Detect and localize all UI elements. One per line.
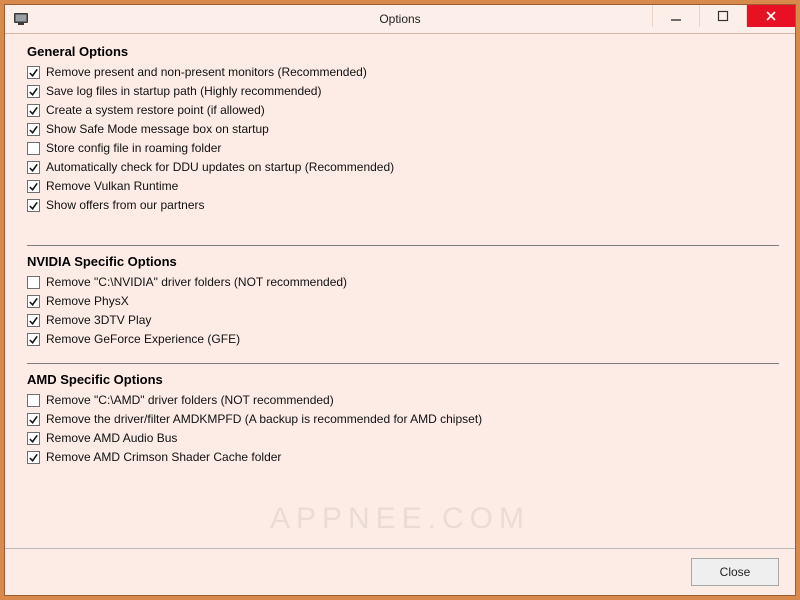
titlebar: Options — [5, 5, 795, 34]
option-row: Automatically check for DDU updates on s… — [27, 158, 779, 177]
option-row: Remove AMD Audio Bus — [27, 429, 779, 448]
option-row: Store config file in roaming folder — [27, 139, 779, 158]
amd-heading: AMD Specific Options — [27, 372, 779, 387]
checkbox[interactable] — [27, 66, 40, 79]
minimize-button[interactable] — [652, 5, 699, 27]
checkbox[interactable] — [27, 314, 40, 327]
checkbox[interactable] — [27, 432, 40, 445]
option-label: Remove "C:\NVIDIA" driver folders (NOT r… — [46, 273, 347, 292]
nvidia-options-list: Remove "C:\NVIDIA" driver folders (NOT r… — [27, 273, 779, 349]
option-row: Remove "C:\NVIDIA" driver folders (NOT r… — [27, 273, 779, 292]
checkbox[interactable] — [27, 161, 40, 174]
general-heading: General Options — [27, 44, 779, 59]
option-label: Automatically check for DDU updates on s… — [46, 158, 394, 177]
option-label: Remove 3DTV Play — [46, 311, 151, 330]
amd-options-list: Remove "C:\AMD" driver folders (NOT reco… — [27, 391, 779, 467]
option-row: Show offers from our partners — [27, 196, 779, 215]
checkbox[interactable] — [27, 451, 40, 464]
maximize-button[interactable] — [699, 5, 746, 27]
option-row: Save log files in startup path (Highly r… — [27, 82, 779, 101]
option-label: Remove Vulkan Runtime — [46, 177, 178, 196]
option-label: Create a system restore point (if allowe… — [46, 101, 265, 120]
option-row: Create a system restore point (if allowe… — [27, 101, 779, 120]
footer: Close — [5, 548, 795, 595]
divider — [27, 363, 779, 364]
option-row: Remove 3DTV Play — [27, 311, 779, 330]
checkbox[interactable] — [27, 123, 40, 136]
checkbox[interactable] — [27, 333, 40, 346]
option-label: Remove "C:\AMD" driver folders (NOT reco… — [46, 391, 334, 410]
app-icon — [9, 7, 33, 31]
checkbox[interactable] — [27, 104, 40, 117]
option-row: Remove the driver/filter AMDKMPFD (A bac… — [27, 410, 779, 429]
options-window: Options General Options Remove present a… — [4, 4, 796, 596]
option-label: Store config file in roaming folder — [46, 139, 221, 158]
option-row: Remove AMD Crimson Shader Cache folder — [27, 448, 779, 467]
close-window-button[interactable] — [746, 5, 795, 27]
option-label: Remove AMD Crimson Shader Cache folder — [46, 448, 281, 467]
option-label: Remove present and non-present monitors … — [46, 63, 367, 82]
checkbox[interactable] — [27, 413, 40, 426]
checkbox[interactable] — [27, 295, 40, 308]
option-row: Remove Vulkan Runtime — [27, 177, 779, 196]
window-controls — [652, 5, 795, 33]
checkbox[interactable] — [27, 276, 40, 289]
option-label: Save log files in startup path (Highly r… — [46, 82, 321, 101]
divider — [27, 245, 779, 246]
option-label: Show Safe Mode message box on startup — [46, 120, 269, 139]
general-options-list: Remove present and non-present monitors … — [27, 63, 779, 215]
option-label: Remove the driver/filter AMDKMPFD (A bac… — [46, 410, 482, 429]
option-label: Remove PhysX — [46, 292, 129, 311]
option-row: Remove "C:\AMD" driver folders (NOT reco… — [27, 391, 779, 410]
checkbox[interactable] — [27, 199, 40, 212]
checkbox[interactable] — [27, 85, 40, 98]
client-area: General Options Remove present and non-p… — [5, 34, 795, 548]
checkbox[interactable] — [27, 142, 40, 155]
option-row: Remove GeForce Experience (GFE) — [27, 330, 779, 349]
option-row: Remove present and non-present monitors … — [27, 63, 779, 82]
close-button[interactable]: Close — [691, 558, 779, 586]
option-label: Show offers from our partners — [46, 196, 205, 215]
checkbox[interactable] — [27, 180, 40, 193]
checkbox[interactable] — [27, 394, 40, 407]
option-label: Remove AMD Audio Bus — [46, 429, 177, 448]
watermark: APPNEE.COM — [5, 502, 795, 536]
nvidia-heading: NVIDIA Specific Options — [27, 254, 779, 269]
option-row: Remove PhysX — [27, 292, 779, 311]
option-label: Remove GeForce Experience (GFE) — [46, 330, 240, 349]
option-row: Show Safe Mode message box on startup — [27, 120, 779, 139]
